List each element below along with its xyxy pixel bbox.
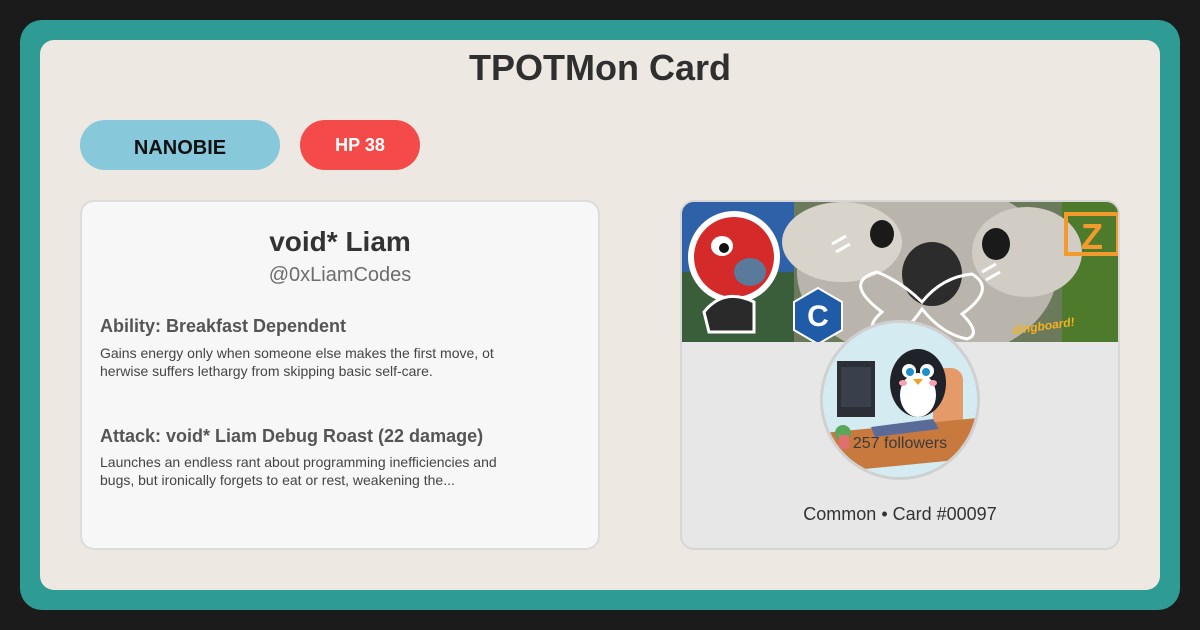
info-panel: void* Liam @0xLiamCodes Ability: Breakfa… <box>80 200 600 550</box>
avatar <box>820 320 980 480</box>
svg-text:Z: Z <box>1081 216 1103 257</box>
penguin-avatar-image <box>823 323 977 477</box>
page-title: TPOTMon Card <box>469 47 731 88</box>
attack-text: Launches an endless rant about programmi… <box>100 454 497 488</box>
ability-title: Ability: Breakfast Dependent <box>100 316 347 336</box>
profile-name: void* Liam <box>269 226 411 257</box>
svg-text:C: C <box>807 300 829 333</box>
card-rarity-number: Common • Card #00097 <box>803 504 997 524</box>
koala-nose <box>902 242 962 306</box>
attack-title: Attack: void* Liam Debug Roast (22 damag… <box>100 426 484 446</box>
profile-handle: @0xLiamCodes <box>268 264 412 286</box>
type-badge: NANOBIE <box>80 120 280 170</box>
ability-text: Gains energy only when someone else make… <box>100 345 494 379</box>
hp-badge: HP 38 <box>300 120 420 170</box>
followers-count: 257 followers <box>852 435 948 452</box>
